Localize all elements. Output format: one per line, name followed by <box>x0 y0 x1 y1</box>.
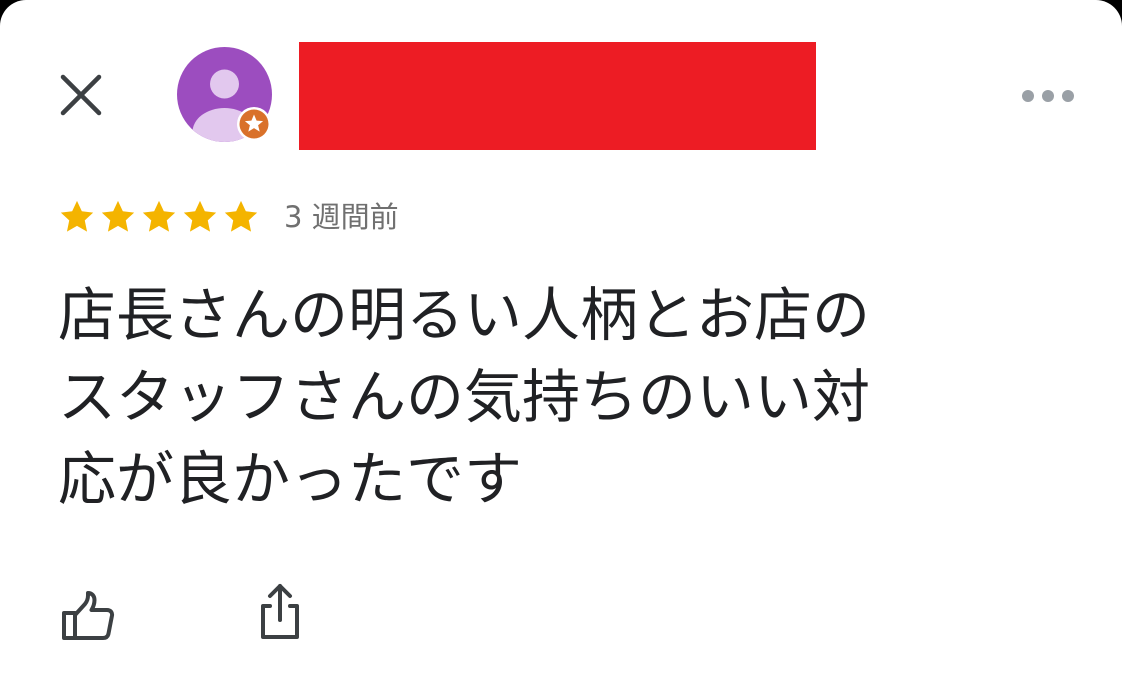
close-button[interactable] <box>52 66 110 124</box>
avatar[interactable] <box>176 46 273 143</box>
star-icon <box>224 200 258 232</box>
rating-row: 3 週間前 <box>58 196 399 238</box>
redacted-reviewer-name <box>299 42 816 150</box>
share-button[interactable] <box>248 580 312 644</box>
close-icon <box>60 74 102 116</box>
star-icon <box>183 200 217 232</box>
star-icon <box>60 200 94 232</box>
more-horizontal-icon <box>1022 90 1074 102</box>
share-icon <box>261 584 299 639</box>
star-icon <box>101 200 135 232</box>
star-icon <box>142 200 176 232</box>
thumbs-up-icon <box>62 591 115 640</box>
more-options-button[interactable] <box>1016 76 1080 116</box>
review-text: 店長さんの明るい人柄とお店の スタッフさんの気持ちのいい対 応が良かったです <box>58 281 871 513</box>
star-rating <box>58 198 260 236</box>
local-guide-badge-icon <box>237 107 271 141</box>
review-time-ago: 3 週間前 <box>284 200 399 234</box>
like-button[interactable] <box>56 584 120 648</box>
review-card: 3 週間前 店長さんの明るい人柄とお店の スタッフさんの気持ちのいい対 応が良か… <box>0 0 1122 695</box>
